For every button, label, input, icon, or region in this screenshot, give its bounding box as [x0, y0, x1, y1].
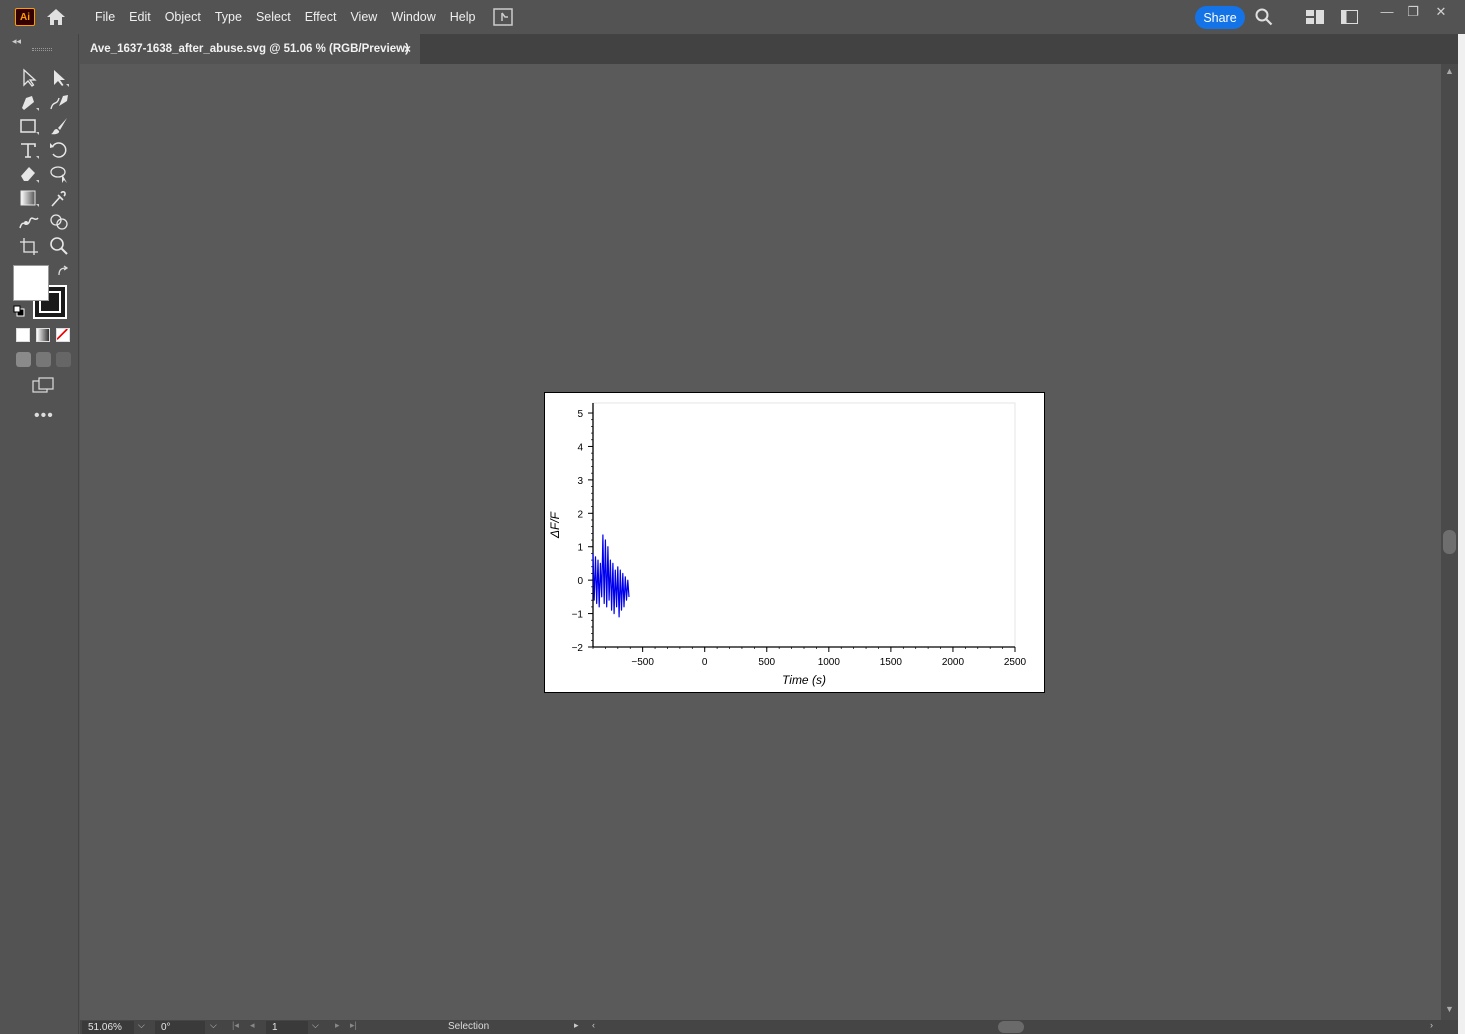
search-icon[interactable] — [1255, 8, 1273, 26]
window-edge — [1458, 34, 1465, 1034]
app-logo[interactable]: Ai — [15, 8, 35, 26]
vertical-scroll-thumb[interactable] — [1443, 530, 1456, 554]
x-tick-label: 500 — [758, 657, 775, 668]
previous-artboard-icon[interactable]: ◂ — [250, 1020, 255, 1031]
minimize-button[interactable]: — — [1375, 4, 1399, 20]
tools-panel: ◂◂ ••• — [4, 34, 79, 1034]
panel-grip[interactable] — [32, 48, 52, 51]
rotate-tool-icon[interactable] — [48, 140, 70, 160]
first-artboard-icon[interactable]: |◂ — [232, 1020, 239, 1031]
fill-swatch[interactable] — [13, 265, 49, 301]
zoom-field[interactable]: 51.06% — [82, 1021, 134, 1034]
vertical-scrollbar[interactable]: ▲ ▼ — [1441, 64, 1458, 1020]
type-tool-icon[interactable] — [18, 140, 40, 160]
x-tick-label: 0 — [702, 657, 708, 668]
y-tick-label: 0 — [577, 576, 583, 587]
default-fill-stroke-icon[interactable] — [13, 305, 25, 317]
y-tick-label: −2 — [572, 643, 584, 654]
scroll-right-icon[interactable]: › — [1430, 1020, 1433, 1030]
scroll-down-icon[interactable]: ▼ — [1445, 1004, 1454, 1014]
close-tab-button[interactable]: × — [404, 42, 411, 56]
color-mode-button[interactable] — [16, 328, 30, 342]
y-tick-label: 4 — [577, 442, 583, 453]
paintbrush-tool-icon[interactable] — [48, 116, 70, 136]
x-tick-label: −500 — [631, 657, 654, 668]
next-artboard-icon[interactable]: ▸ — [335, 1020, 340, 1031]
menu-select[interactable]: Select — [249, 10, 298, 24]
none-mode-button[interactable] — [56, 328, 70, 342]
puppet-warp-tool-icon[interactable] — [18, 212, 40, 232]
status-menu-icon[interactable]: ▸ — [574, 1020, 579, 1031]
menu-file[interactable]: File — [88, 10, 122, 24]
draw-behind-icon[interactable] — [36, 352, 51, 367]
menu-type[interactable]: Type — [208, 10, 249, 24]
plot-area — [592, 402, 1016, 648]
y-tick-label: 5 — [577, 409, 583, 420]
rectangle-tool-icon[interactable] — [18, 116, 40, 136]
rotation-dropdown-icon[interactable]: ⌵ — [210, 1020, 217, 1031]
menu-help[interactable]: Help — [443, 10, 483, 24]
y-tick-label: 2 — [577, 509, 583, 520]
zoom-tool-icon[interactable] — [48, 236, 70, 256]
close-window-button[interactable]: ✕ — [1429, 4, 1453, 20]
artboard[interactable]: −2 −1 0 1 2 3 4 5 −500 0 500 1000 1500 2000 2500 Time (… — [544, 392, 1045, 693]
chart: −2 −1 0 1 2 3 4 5 −500 0 500 1000 1500 2000 2500 Time (… — [548, 402, 1027, 687]
y-tick-label: 1 — [577, 543, 583, 554]
menu-window[interactable]: Window — [384, 10, 442, 24]
y-axis-label: ΔF/F — [548, 511, 562, 539]
home-icon[interactable] — [45, 7, 67, 27]
direct-selection-tool-icon[interactable] — [48, 68, 70, 88]
current-tool-label: Selection — [448, 1021, 490, 1032]
zoom-dropdown-icon[interactable]: ⌵ — [138, 1020, 145, 1031]
artboard-dropdown-icon[interactable]: ⌵ — [312, 1020, 319, 1031]
menu-effect[interactable]: Effect — [298, 10, 344, 24]
document-tab-bar: Ave_1637-1638_after_abuse.svg @ 51.06 % … — [80, 34, 1458, 64]
artboard-tool-icon[interactable] — [18, 236, 40, 256]
gradient-tool-icon[interactable] — [18, 188, 40, 208]
scroll-left-icon[interactable]: ‹ — [592, 1020, 595, 1030]
restore-button[interactable]: ❐ — [1401, 4, 1425, 20]
document-tab[interactable]: Ave_1637-1638_after_abuse.svg @ 51.06 % … — [80, 34, 420, 64]
workspace-icon[interactable] — [1306, 10, 1324, 24]
arrange-documents-icon[interactable] — [493, 8, 513, 26]
draw-inside-icon[interactable] — [56, 352, 71, 367]
y-tick-label: −1 — [572, 610, 584, 621]
collapse-panel-button[interactable]: ◂◂ — [12, 36, 21, 47]
edit-toolbar-button[interactable]: ••• — [34, 407, 54, 425]
menu-edit[interactable]: Edit — [122, 10, 158, 24]
artboard-field[interactable]: 1 — [266, 1021, 308, 1034]
eyedropper-tool-icon[interactable] — [48, 188, 70, 208]
document-tab-title: Ave_1637-1638_after_abuse.svg @ 51.06 % … — [90, 43, 409, 55]
rotation-field[interactable]: 0° — [155, 1021, 205, 1034]
eraser-tool-icon[interactable] — [18, 164, 40, 184]
gradient-mode-button[interactable] — [36, 328, 50, 342]
selection-tool-icon[interactable] — [18, 68, 40, 88]
x-tick-label: 2000 — [942, 657, 965, 668]
x-tick-label: 1500 — [880, 657, 903, 668]
menu-object[interactable]: Object — [158, 10, 208, 24]
x-tick-label: 2500 — [1004, 657, 1027, 668]
y-tick-label: 3 — [577, 476, 583, 487]
menu-view[interactable]: View — [343, 10, 384, 24]
curvature-tool-icon[interactable] — [48, 92, 70, 112]
x-tick-label: 1000 — [818, 657, 841, 668]
last-artboard-icon[interactable]: ▸| — [350, 1020, 357, 1031]
draw-normal-icon[interactable] — [16, 352, 31, 367]
shape-builder-tool-icon[interactable] — [48, 212, 70, 232]
x-axis-label: Time (s) — [782, 673, 826, 687]
panel-icon[interactable] — [1341, 10, 1358, 24]
pen-tool-icon[interactable] — [18, 92, 40, 112]
swap-fill-stroke-icon[interactable] — [56, 265, 70, 279]
menu-bar: Ai File Edit Object Type Select Effect View Win… — [0, 0, 1465, 34]
menu-items: File Edit Object Type Select Effect View Window… — [88, 0, 483, 34]
horizontal-scroll-thumb[interactable] — [998, 1021, 1024, 1033]
status-bar: 51.06% ⌵ 0° ⌵ |◂ ◂ 1 ⌵ ▸ ▸| Selection ▸ … — [80, 1020, 1458, 1034]
scroll-up-icon[interactable]: ▲ — [1445, 66, 1454, 76]
share-button[interactable]: Share — [1195, 6, 1245, 29]
lasso-tool-icon[interactable] — [48, 164, 70, 184]
screen-mode-icon[interactable] — [32, 377, 54, 393]
